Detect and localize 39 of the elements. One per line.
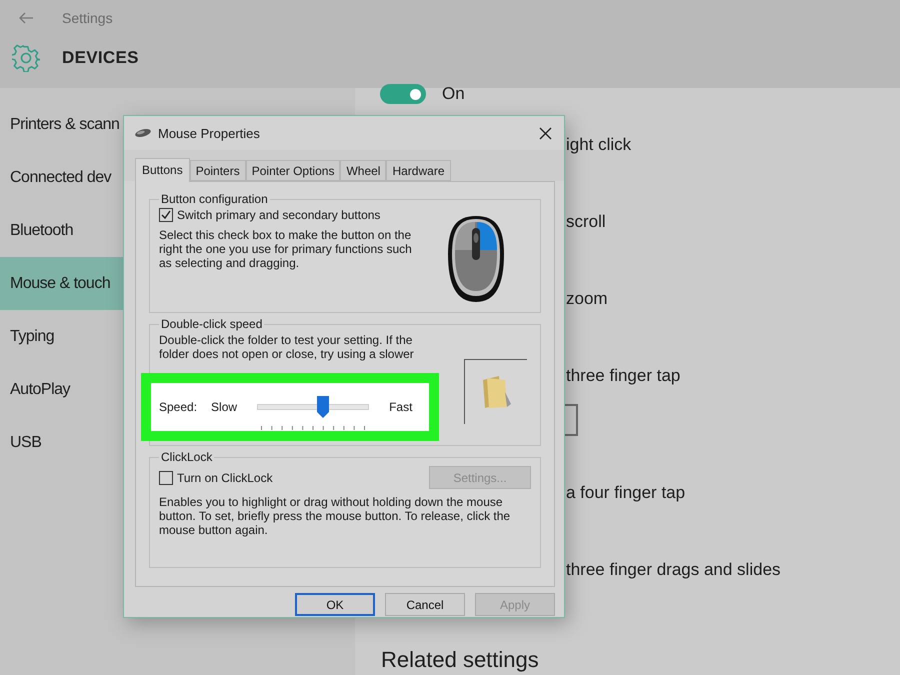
section-heading: Related settings: [381, 647, 539, 673]
toggle-label: On: [442, 84, 465, 104]
tab[interactable]: Buttons: [135, 158, 190, 182]
toggle-switch[interactable]: [380, 84, 426, 104]
test-area[interactable]: [464, 359, 527, 424]
app-title: Settings: [62, 10, 113, 26]
group-label: ClickLock: [160, 450, 214, 464]
dialog-button[interactable]: OK: [295, 593, 375, 616]
setting-label: three finger tap: [566, 366, 680, 386]
gear-icon: [12, 44, 40, 72]
section-title: DEVICES: [62, 48, 139, 68]
speed-label: Speed:: [159, 400, 198, 414]
setting-label: ight click: [566, 134, 632, 154]
group-label: Double-click speed: [160, 317, 264, 331]
close-icon: [539, 126, 552, 140]
slow-label: Slow: [211, 400, 238, 414]
setting-label: a four finger tap: [566, 482, 686, 502]
tab[interactable]: Pointer Options: [246, 160, 340, 181]
description-text: Enables you to highlight or drag without holding down the mouse button. To set, briefly press the mouse button. To release, click the mouse button again.: [159, 495, 512, 537]
close-button[interactable]: [537, 124, 554, 142]
setting-label: three finger drags and slides: [566, 560, 781, 580]
tab[interactable]: Wheel: [340, 160, 386, 181]
tab[interactable]: Hardware: [386, 160, 450, 181]
fast-label: Fast: [389, 400, 412, 414]
slider-thumb[interactable]: [317, 396, 330, 418]
checkbox[interactable]: [159, 208, 173, 222]
setting-label: scroll: [566, 212, 606, 232]
group-label: Button configuration: [160, 192, 269, 206]
checkmark-icon: [161, 210, 171, 220]
mouse-icon: [134, 128, 152, 138]
dialog-title: Mouse Properties: [158, 126, 261, 140]
checkbox-label: Turn on ClickLock: [177, 470, 273, 484]
dialog-button[interactable]: Cancel: [385, 593, 465, 616]
checkbox[interactable]: [159, 470, 173, 484]
checkbox-label: Switch primary and secondary buttons: [177, 208, 380, 222]
setting-label: zoom: [566, 288, 608, 308]
tab[interactable]: Pointers: [190, 160, 246, 181]
description-text: Select this check box to make the button on the right the one you use for primary functions such as selecting and dragging.: [159, 228, 413, 270]
description-text: Double-click the folder to test your setting. If the folder does not open or close, try using a slower: [159, 333, 415, 361]
